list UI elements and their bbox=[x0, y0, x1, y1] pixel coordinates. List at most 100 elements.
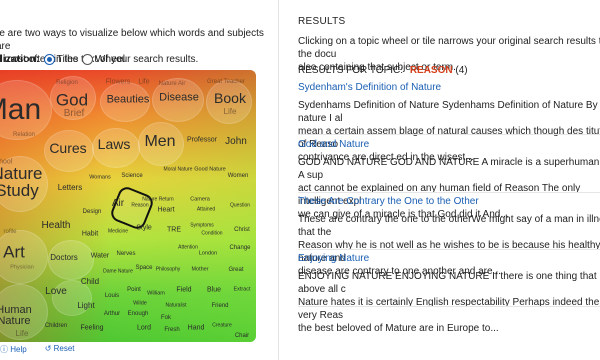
reset-label[interactable]: Reset bbox=[54, 344, 75, 353]
topic-tile-arthur[interactable]: Arthur bbox=[104, 311, 120, 317]
topic-tile-feeling[interactable]: Feeling bbox=[81, 325, 104, 332]
topic-tile-love[interactable]: Love bbox=[45, 287, 67, 297]
topic-tile-dame-nature[interactable]: Dame Nature bbox=[103, 269, 133, 275]
topic-tile-nature-return[interactable]: Nature Return bbox=[142, 197, 173, 203]
topic-tile-womans[interactable]: Womans bbox=[89, 175, 111, 181]
topic-tile-question[interactable]: Question bbox=[230, 203, 250, 209]
topic-tile-child[interactable]: Child bbox=[81, 278, 99, 286]
topic-tile-fok[interactable]: Fok bbox=[161, 315, 171, 321]
topic-tile-life-book[interactable]: Life bbox=[224, 108, 237, 116]
topic-tile-air[interactable]: Air bbox=[112, 199, 124, 209]
topic-tile-london[interactable]: London bbox=[199, 251, 217, 257]
topic-tile-great-teacher[interactable]: Great Teacher bbox=[207, 79, 245, 85]
wheel-radio-button[interactable] bbox=[82, 53, 94, 65]
topic-tiles: Man God Beauties Disease Book Flowers Life Grea… bbox=[0, 70, 256, 342]
topic-tile-habit[interactable]: Habit bbox=[82, 231, 98, 238]
topic-tile-men[interactable]: Men bbox=[144, 134, 175, 150]
result-divider bbox=[298, 249, 600, 250]
topic-tile-creature[interactable]: Creature bbox=[212, 323, 231, 329]
topic-tile-chair[interactable]: Chair bbox=[235, 333, 249, 339]
topic-tile-light[interactable]: Light bbox=[77, 302, 94, 310]
topic-tile-water[interactable]: Water bbox=[91, 253, 109, 260]
topic-tile-condition[interactable]: Condition bbox=[201, 231, 222, 237]
tile-word: Study bbox=[0, 181, 39, 200]
topic-tile-hand[interactable]: Hand bbox=[188, 325, 205, 332]
topic-tile-flowers[interactable]: Flowers bbox=[106, 79, 131, 86]
topic-tile-professor[interactable]: Professor bbox=[187, 137, 217, 144]
result-divider bbox=[298, 134, 600, 135]
topic-tile-man[interactable]: Man bbox=[0, 95, 41, 125]
topic-tile-women[interactable]: Women bbox=[228, 173, 249, 179]
topic-tile-philosophy[interactable]: Philosophy bbox=[156, 267, 180, 273]
topic-tile-brief[interactable]: Brief bbox=[64, 109, 85, 119]
topic-tile-john[interactable]: John bbox=[225, 137, 247, 147]
topic-tile-medicine[interactable]: Medicine bbox=[108, 229, 128, 235]
topic-tile-children[interactable]: Children bbox=[45, 323, 67, 329]
topic-tile-blue[interactable]: Blue bbox=[207, 287, 221, 294]
topic-tile-fresh[interactable]: Fresh bbox=[164, 327, 179, 333]
topic-tile-doctors[interactable]: Doctors bbox=[50, 254, 78, 262]
help-link[interactable]: ⓘ Help bbox=[0, 344, 27, 355]
topic-tile-wilde[interactable]: Wilde bbox=[133, 301, 147, 307]
topic-tile-extract[interactable]: Extract bbox=[233, 287, 250, 293]
topic-tile-physician[interactable]: Physician bbox=[10, 265, 34, 271]
topic-tile-relation[interactable]: Relation bbox=[13, 132, 35, 138]
topic-tile-heart[interactable]: Heart bbox=[157, 207, 174, 214]
wheel-radio[interactable]: Wheel bbox=[82, 53, 125, 65]
reset-link[interactable]: ↺ Reset bbox=[45, 344, 75, 355]
results-description-line-1: Clicking on a topic wheel or tile narrow… bbox=[298, 36, 600, 60]
topic-tile-great[interactable]: Great bbox=[228, 267, 243, 273]
topic-tile-symptoms[interactable]: Symptoms bbox=[190, 223, 214, 229]
topic-tile-good-nature[interactable]: Good Nature bbox=[194, 167, 226, 173]
topic-tile-letters[interactable]: Letters bbox=[58, 184, 82, 192]
topic-tile-profile[interactable]: rofile bbox=[3, 229, 16, 235]
result-title-link[interactable]: Enjoying Nature bbox=[298, 253, 600, 264]
topic-tile-field[interactable]: Field bbox=[176, 287, 191, 294]
results-panel: RESULTS Clicking on a topic wheel or til… bbox=[298, 0, 600, 360]
tiles-radio-button[interactable] bbox=[43, 53, 55, 65]
topic-tile-louis[interactable]: Louis bbox=[105, 293, 119, 299]
wheel-radio-label[interactable]: Wheel bbox=[95, 53, 125, 65]
topic-tile-style[interactable]: Style bbox=[136, 225, 152, 232]
topic-tile-christ[interactable]: Christ bbox=[234, 227, 250, 233]
tiles-radio-label[interactable]: Tiles bbox=[57, 53, 79, 65]
topic-tile-change[interactable]: Change bbox=[229, 245, 250, 251]
topic-tile-religion[interactable]: Religion bbox=[56, 80, 78, 86]
result-title-link[interactable]: Sydenham's Definition of Nature bbox=[298, 82, 600, 93]
topic-tile-book[interactable]: Book bbox=[214, 91, 246, 105]
tiles-radio[interactable]: Tiles bbox=[43, 53, 79, 65]
topic-tile-lord[interactable]: Lord bbox=[137, 325, 151, 332]
result-title-link[interactable]: These Are Contrary the One to the Other bbox=[298, 196, 600, 207]
topic-tile-enough[interactable]: Enough bbox=[128, 311, 149, 317]
topic-tile-mother[interactable]: Mother bbox=[191, 267, 208, 273]
topic-tile-william[interactable]: William bbox=[147, 291, 165, 297]
topic-tile-friend[interactable]: Friend bbox=[211, 303, 228, 309]
topic-tile-life-top[interactable]: Life bbox=[138, 79, 149, 86]
topic-tile-school[interactable]: chool bbox=[0, 159, 12, 166]
topic-tile-camera[interactable]: Camera bbox=[190, 197, 210, 203]
topic-tile-laws[interactable]: Laws bbox=[98, 137, 131, 151]
topic-tile-point[interactable]: Point bbox=[127, 287, 141, 293]
help-label[interactable]: Help bbox=[10, 345, 26, 354]
topic-tile-attention[interactable]: Attention bbox=[178, 245, 198, 251]
topic-tile-reason[interactable]: Reason bbox=[131, 203, 148, 209]
topic-tile-tree[interactable]: TRE bbox=[167, 227, 181, 234]
topic-tile-beauties[interactable]: Beauties bbox=[107, 94, 150, 106]
topic-tile-life-bottom[interactable]: Life bbox=[16, 330, 29, 338]
topic-tile-space[interactable]: Space bbox=[135, 265, 152, 271]
topic-tile-god[interactable]: God bbox=[56, 92, 88, 109]
topic-tile-cures[interactable]: Cures bbox=[49, 141, 86, 155]
topic-tile-nature-air[interactable]: Nature Air bbox=[159, 81, 186, 87]
topic-tile-disease[interactable]: Disease bbox=[159, 92, 199, 104]
topic-tile-moral-nature[interactable]: Moral Nature bbox=[164, 167, 193, 173]
topic-tile-human-nature[interactable]: Human Nature bbox=[0, 305, 32, 327]
result-title-link[interactable]: God and Nature bbox=[298, 139, 600, 150]
topic-tile-attained[interactable]: Attained bbox=[197, 207, 215, 213]
topic-tile-nature-study[interactable]: NatureStudy bbox=[0, 165, 43, 199]
topic-tile-naturalist[interactable]: Naturalist bbox=[165, 303, 186, 309]
topic-tile-design[interactable]: Design bbox=[83, 209, 102, 215]
topic-tile-health[interactable]: Health bbox=[42, 221, 71, 231]
topic-tile-science[interactable]: Science bbox=[121, 173, 142, 179]
topic-tile-art[interactable]: Art bbox=[3, 244, 25, 261]
topic-tile-nerves[interactable]: Nerves bbox=[116, 251, 135, 257]
